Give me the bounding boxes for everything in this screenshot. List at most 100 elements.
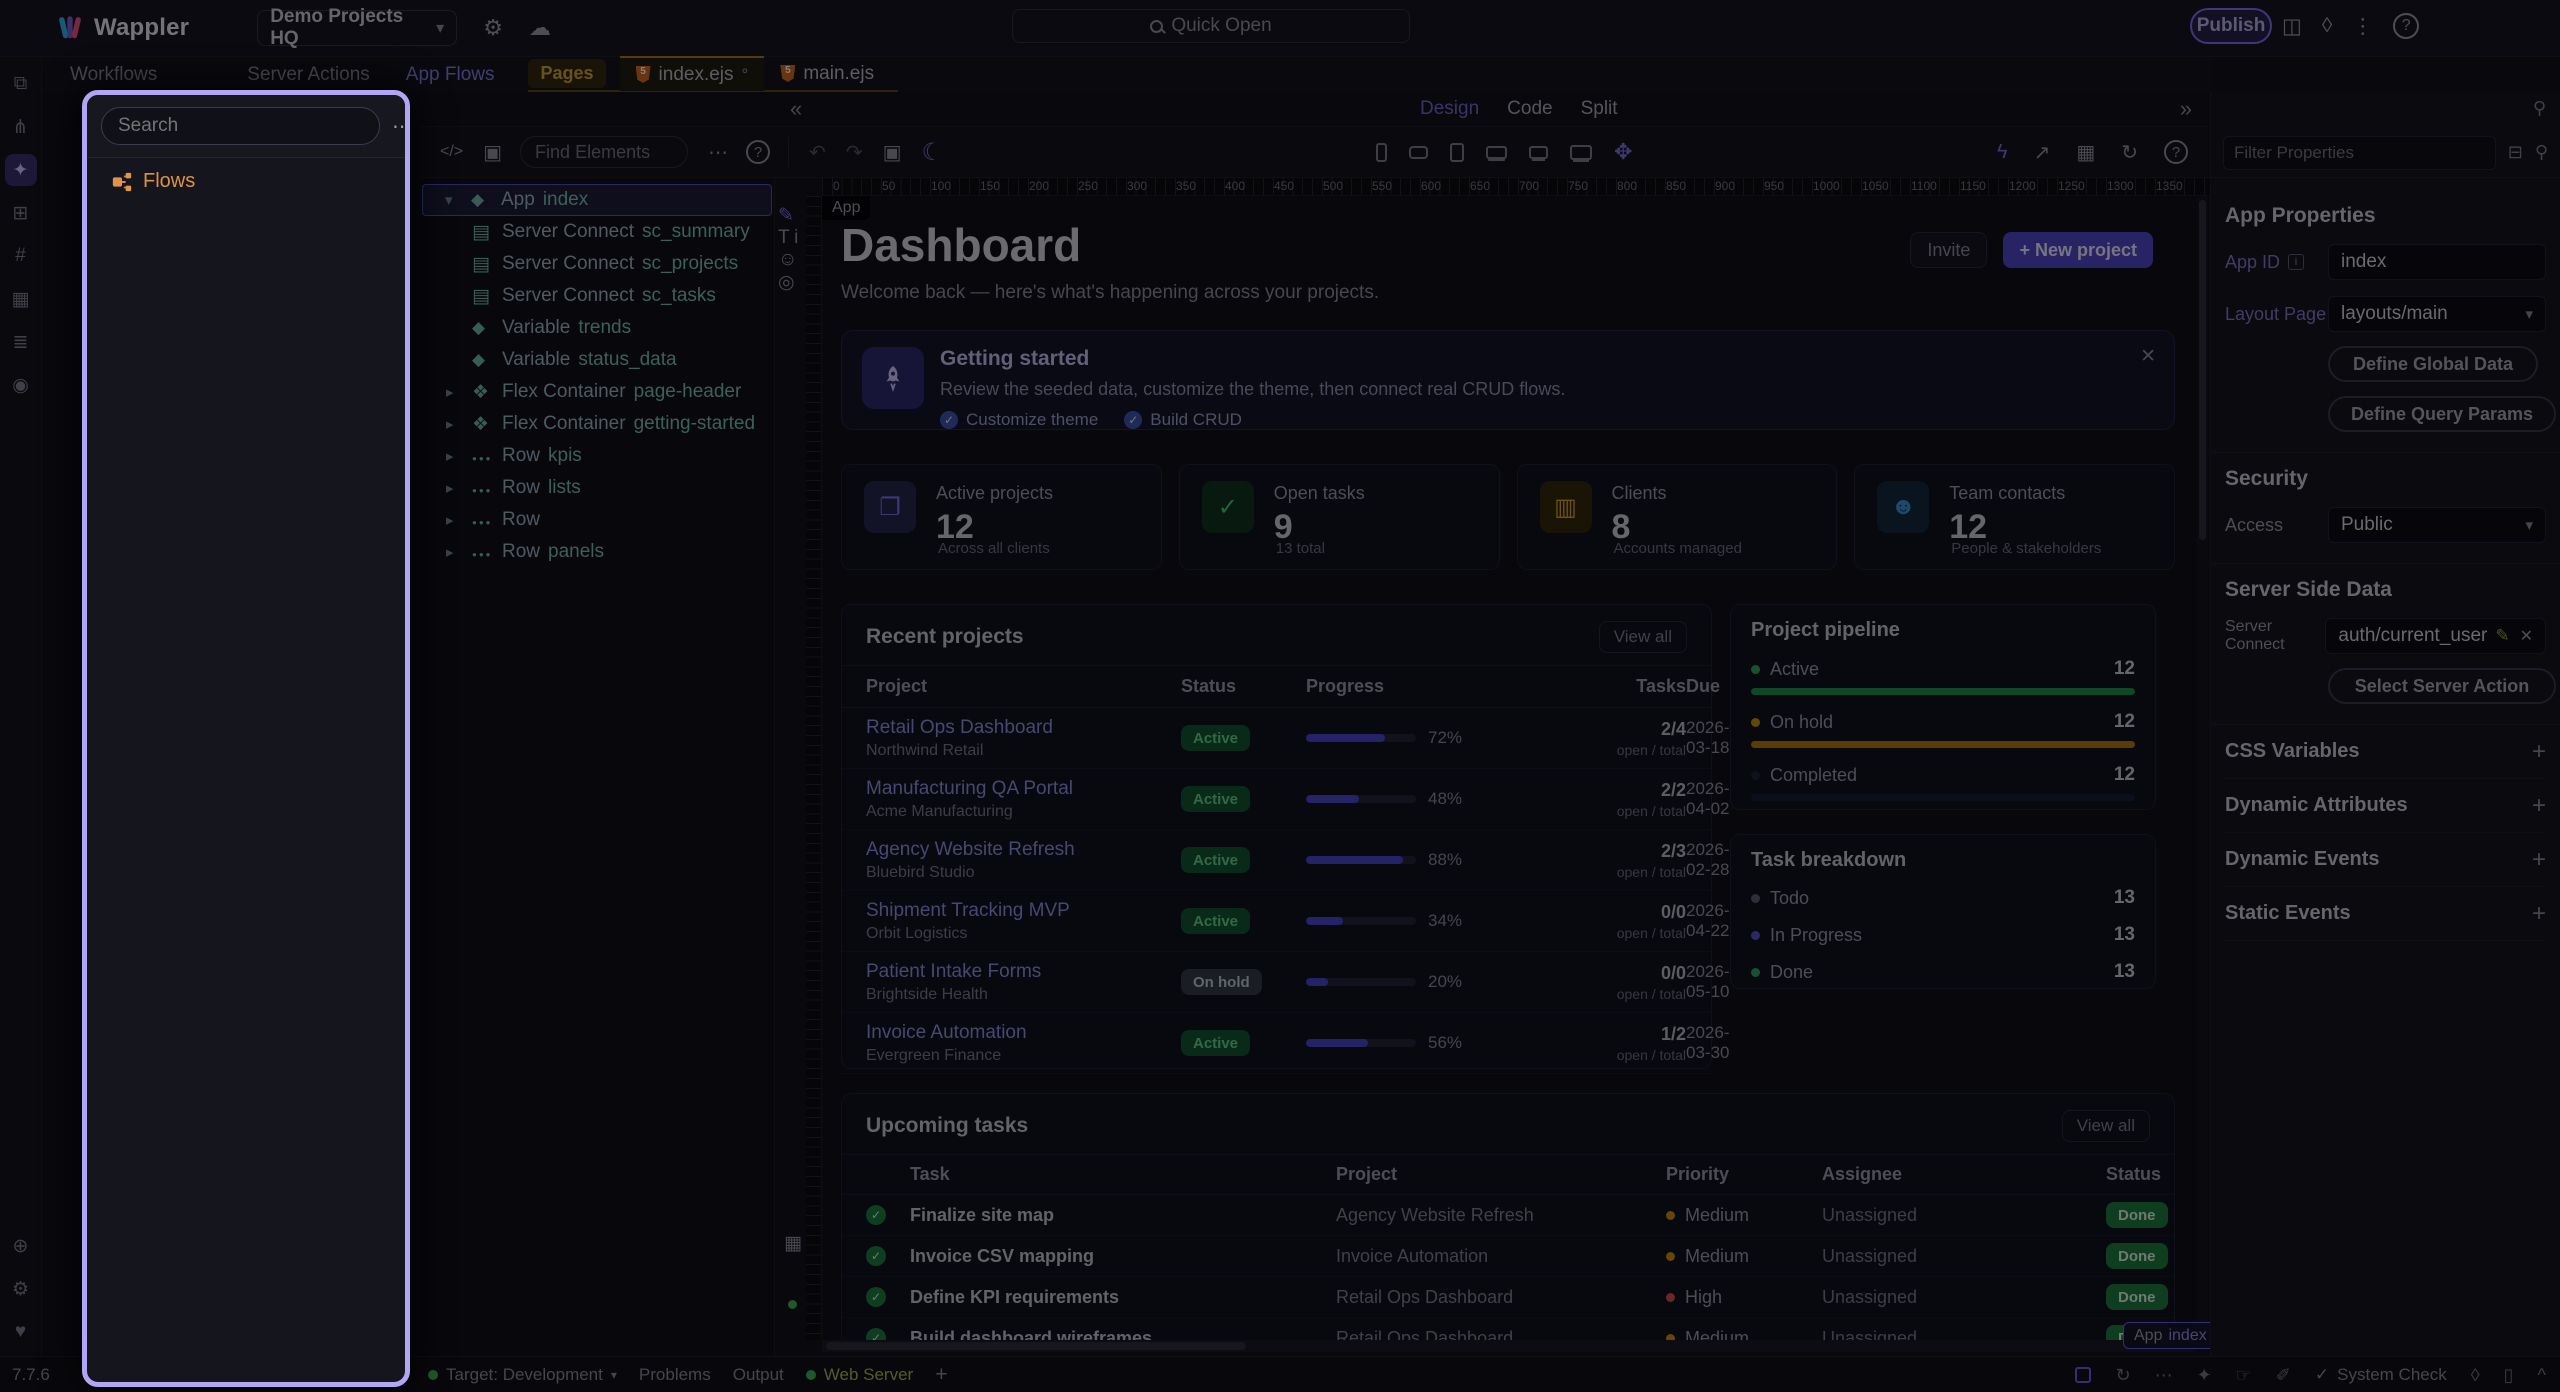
invite-button[interactable]: Invite <box>1910 232 1987 268</box>
publish-button[interactable]: Publish <box>2190 8 2272 44</box>
statusbar-icon[interactable]: ✐ <box>2276 1365 2291 1386</box>
collapsible-section[interactable]: CSS Variables + <box>2225 725 2546 779</box>
rail-icon[interactable]: ⊞ <box>5 197 37 229</box>
statusbar-icon[interactable]: ✦ <box>2197 1365 2212 1386</box>
table-row[interactable]: ✓ Build dashboard wireframes Retail Ops … <box>842 1318 2174 1340</box>
add-icon[interactable]: + <box>2532 846 2546 874</box>
theme-droplet-icon[interactable]: ◊ <box>2322 14 2332 38</box>
table-row[interactable]: ✓ Define KPI requirements Retail Ops Das… <box>842 1277 2174 1318</box>
clear-icon[interactable]: ✕ <box>2520 626 2533 646</box>
tree-item[interactable]: ▸ Row lists <box>420 472 774 504</box>
rail-icon[interactable]: ≣ <box>5 326 37 358</box>
statusbar-icon[interactable]: ☞ <box>2236 1365 2252 1386</box>
collapsible-section[interactable]: Dynamic Events + <box>2225 833 2546 887</box>
tree-item[interactable]: ▸ Row panels <box>420 536 774 568</box>
tree-chevron-icon[interactable]: ▸ <box>446 383 472 401</box>
tree-item[interactable]: ▸ Flex Container getting-started <box>420 408 774 440</box>
collapse-panel-icon[interactable]: « <box>790 96 802 122</box>
add-panel-icon[interactable]: + <box>935 1363 947 1387</box>
table-row[interactable]: Manufacturing QA Portal Acme Manufacturi… <box>842 769 1711 830</box>
tablet-icon[interactable] <box>1450 143 1464 162</box>
qr-code-icon[interactable]: ▦ <box>2076 140 2095 165</box>
statusbar-icon[interactable]: ↻ <box>2115 1365 2130 1386</box>
settings-icon[interactable]: ⚙ <box>483 15 503 41</box>
tree-item[interactable]: ▸ Row kpis <box>420 440 774 472</box>
rail-icon[interactable]: # <box>5 240 37 272</box>
phone-landscape-icon[interactable] <box>1409 146 1428 159</box>
pin-icon[interactable]: ⚲ <box>2535 142 2548 163</box>
flows-root-item[interactable]: Flows <box>111 170 405 193</box>
statusbar-icon[interactable]: ^ <box>2538 1365 2546 1386</box>
tab-app-flows[interactable]: App Flows <box>406 64 495 86</box>
table-row[interactable]: Invoice Automation Evergreen Finance Act… <box>842 1013 1711 1074</box>
tree-item[interactable]: ▸ Row <box>420 504 774 536</box>
tree-chevron-icon[interactable]: ▸ <box>446 415 472 433</box>
view-all-button[interactable]: View all <box>1599 621 1687 653</box>
statusbar-icon[interactable]: ⋯ <box>2155 1365 2173 1386</box>
tree-item[interactable]: Variable status_data <box>420 344 774 376</box>
selected-element-badge[interactable]: App index <box>2123 1322 2218 1349</box>
table-row[interactable]: ✓ Finalize site map Agency Website Refre… <box>842 1195 2174 1236</box>
app-id-input[interactable] <box>2328 244 2546 280</box>
tool-icon[interactable]: ☺ <box>778 249 797 270</box>
help-icon[interactable]: ? <box>2393 13 2419 39</box>
access-select[interactable]: Public ▾ <box>2328 507 2546 543</box>
phone-portrait-icon[interactable] <box>1376 143 1387 162</box>
rail-bottom-icon[interactable]: ♥ <box>5 1316 37 1348</box>
add-icon[interactable]: + <box>2532 738 2546 766</box>
rail-icon[interactable]: ✦ <box>5 154 37 186</box>
tool-icon[interactable]: i <box>794 227 798 248</box>
horizontal-scrollbar[interactable] <box>822 1340 2196 1352</box>
expand-panel-icon[interactable]: » <box>2180 96 2192 122</box>
tab-workflows[interactable]: Workflows <box>70 64 157 86</box>
redo-icon[interactable]: ↷ <box>846 140 863 165</box>
design-canvas[interactable]: App Dashboard Welcome back — here's what… <box>822 196 2196 1340</box>
collapsible-section[interactable]: Static Events + <box>2225 887 2546 941</box>
view-split[interactable]: Split <box>1581 98 1618 120</box>
web-server-button[interactable]: Web Server <box>806 1365 913 1385</box>
close-icon[interactable]: ✕ <box>2140 345 2156 368</box>
device-frame-icon[interactable] <box>2075 1367 2091 1383</box>
add-icon[interactable]: + <box>2532 792 2546 820</box>
system-check-button[interactable]: ✓ System Check <box>2315 1365 2447 1385</box>
tool-icon[interactable]: ◎ <box>778 272 795 293</box>
define-query-params-button[interactable]: Define Query Params <box>2328 396 2556 432</box>
collapsible-section[interactable]: Dynamic Attributes + <box>2225 779 2546 833</box>
rail-bottom-icon[interactable]: ⊕ <box>5 1230 37 1262</box>
package-icon[interactable]: ▣ <box>483 140 502 165</box>
tree-chevron-icon[interactable]: ▸ <box>446 511 472 529</box>
grid-toggle-icon[interactable]: ▦ <box>778 1232 808 1255</box>
collapse-sections-icon[interactable]: ⊟ <box>2508 142 2523 163</box>
tab-server-actions[interactable]: Server Actions <box>247 64 370 86</box>
table-row[interactable]: Retail Ops Dashboard Northwind Retail Ac… <box>842 708 1711 769</box>
code-view-icon[interactable]: </> <box>440 143 463 161</box>
app-id-value[interactable] <box>2341 251 2533 273</box>
open-browser-icon[interactable]: ↗ <box>2034 140 2051 165</box>
help-icon[interactable]: ? <box>2164 140 2188 164</box>
desktop-icon[interactable] <box>1529 146 1548 159</box>
fluid-width-icon[interactable]: ✥ <box>1614 139 1632 165</box>
filter-properties-input[interactable] <box>2223 136 2496 170</box>
statusbar-icon[interactable]: ▯ <box>2504 1365 2514 1386</box>
table-row[interactable]: ✓ Invoice CSV mapping Invoice Automation… <box>842 1236 2174 1277</box>
tree-item[interactable]: Server Connect sc_summary <box>420 216 774 248</box>
more-icon[interactable]: ⋯ <box>392 114 410 139</box>
kebab-menu-icon[interactable]: ⋮ <box>2352 14 2373 39</box>
refresh-icon[interactable]: ↻ <box>2121 140 2138 165</box>
flows-search-input[interactable] <box>101 107 380 145</box>
more-icon[interactable]: ⋯ <box>708 140 728 165</box>
rail-icon[interactable]: ◉ <box>5 369 37 401</box>
undo-icon[interactable]: ↶ <box>809 140 826 165</box>
define-global-data-button[interactable]: Define Global Data <box>2328 346 2538 382</box>
view-all-button[interactable]: View all <box>2062 1110 2150 1142</box>
view-code[interactable]: Code <box>1507 98 1552 120</box>
rail-bottom-icon[interactable]: ⚙ <box>5 1273 37 1305</box>
pin-panel-icon[interactable]: ⚲ <box>2533 98 2546 119</box>
new-project-button[interactable]: + New project <box>2003 232 2153 268</box>
actions-bolt-icon[interactable]: ϟ <box>1997 141 2008 164</box>
tree-item[interactable]: ▸ Flex Container page-header <box>420 376 774 408</box>
tree-chevron-icon[interactable]: ▸ <box>446 479 472 497</box>
file-tab[interactable]: 5 index.ejs ° <box>620 56 765 91</box>
edit-pencil-icon[interactable]: ✎ <box>2495 626 2509 646</box>
view-design[interactable]: Design <box>1420 98 1479 120</box>
